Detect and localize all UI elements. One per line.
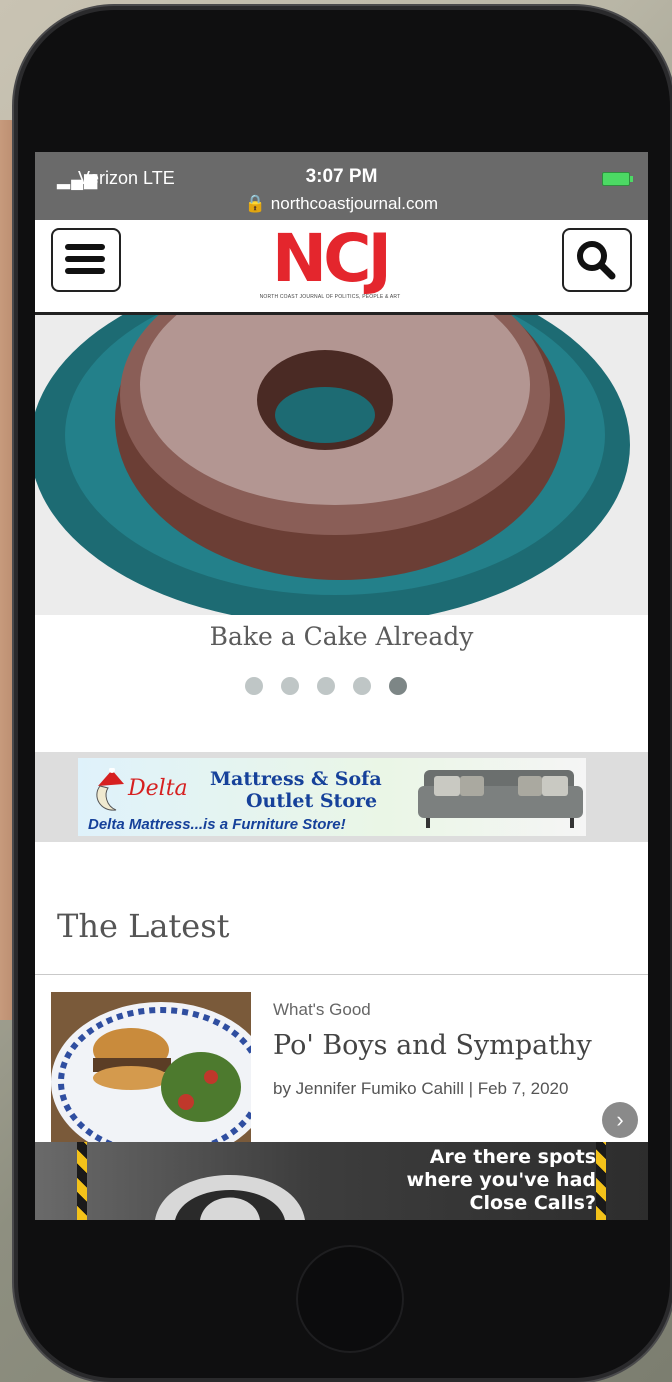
home-button[interactable] bbox=[296, 1245, 404, 1353]
bottom-ad-banner[interactable]: Are there spots where you've had Close C… bbox=[35, 1142, 648, 1220]
article-category[interactable]: What's Good bbox=[273, 1000, 371, 1020]
hazard-stripe bbox=[596, 1142, 606, 1220]
article-card[interactable]: What's Good Po' Boys and Sympathy by Jen… bbox=[35, 992, 648, 1142]
ad-title-line2: Outlet Store bbox=[246, 790, 378, 812]
santa-moon-icon bbox=[96, 768, 124, 811]
search-button[interactable] bbox=[562, 228, 632, 292]
article-byline: by Jennifer Fumiko Cahill | Feb 7, 2020 bbox=[273, 1079, 569, 1098]
latest-heading: The Latest bbox=[57, 907, 230, 945]
battery-icon bbox=[602, 172, 633, 186]
logo-tagline: NORTH COAST JOURNAL OF POLITICS, PEOPLE … bbox=[259, 294, 401, 300]
section-divider bbox=[35, 974, 648, 975]
ad-slogan: Delta Mattress...is a Furniture Store! bbox=[88, 816, 346, 833]
menu-button[interactable] bbox=[51, 228, 121, 292]
address-bar[interactable]: 🔒 northcoastjournal.com bbox=[35, 194, 648, 214]
ad-title-line1: Mattress & Sofa bbox=[210, 768, 382, 790]
carousel-dot[interactable] bbox=[317, 677, 335, 695]
logo-text: NCJ bbox=[271, 220, 392, 297]
ad-banner[interactable]: Delta Mattress & Sofa Outlet Store Delta… bbox=[78, 758, 586, 836]
carousel-dot[interactable] bbox=[245, 677, 263, 695]
helmet-image bbox=[155, 1175, 305, 1220]
carousel-dot[interactable] bbox=[281, 677, 299, 695]
article-title[interactable]: Po' Boys and Sympathy bbox=[273, 1030, 592, 1061]
phone-screen: ▂▄▆ Verizon LTE 3:07 PM 🔒 northcoastjour… bbox=[35, 152, 648, 1220]
hero-caption[interactable]: Bake a Cake Already bbox=[35, 622, 648, 651]
status-time: 3:07 PM bbox=[305, 166, 378, 187]
article-thumbnail[interactable] bbox=[51, 992, 251, 1142]
ad-banner-container: Delta Mattress & Sofa Outlet Store Delta… bbox=[35, 752, 648, 842]
hero-image[interactable] bbox=[35, 315, 648, 615]
hamburger-icon bbox=[65, 244, 105, 250]
sofa-icon bbox=[418, 770, 583, 828]
ad-brand: Delta bbox=[128, 776, 188, 801]
hazard-stripe bbox=[77, 1142, 87, 1220]
carousel-dot[interactable] bbox=[353, 677, 371, 695]
carousel-dots bbox=[245, 677, 407, 695]
carousel-dot-active[interactable] bbox=[389, 677, 407, 695]
bottom-ad-text: Are there spots where you've had Close C… bbox=[406, 1146, 596, 1214]
status-bar: ▂▄▆ Verizon LTE 3:07 PM 🔒 northcoastjour… bbox=[35, 152, 648, 220]
site-header: NCJ NORTH COAST JOURNAL OF POLITICS, PEO… bbox=[35, 220, 648, 315]
site-logo[interactable]: NCJ NORTH COAST JOURNAL OF POLITICS, PEO… bbox=[241, 220, 419, 301]
search-icon bbox=[577, 241, 616, 280]
chevron-right-icon[interactable]: › bbox=[602, 1102, 638, 1138]
